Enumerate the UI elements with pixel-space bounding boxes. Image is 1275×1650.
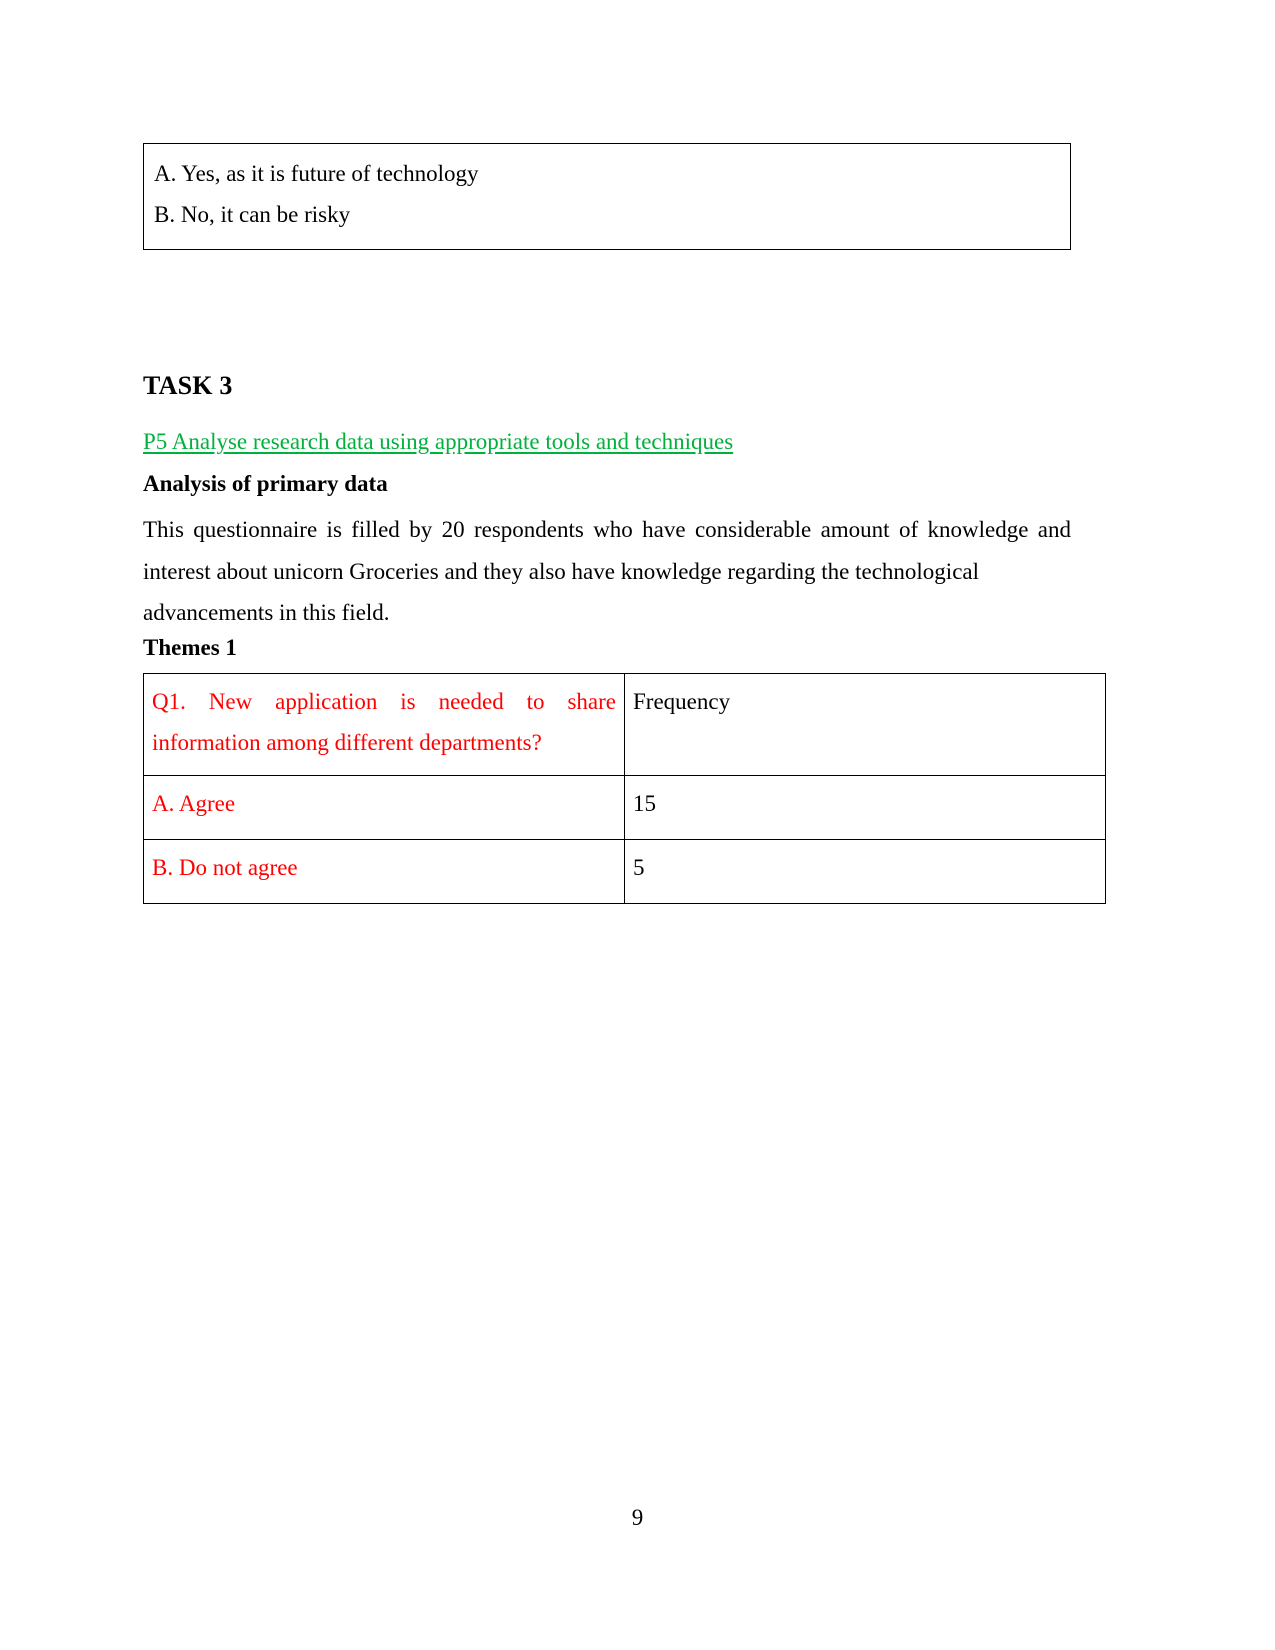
paragraph-line-3: advancements in this field. xyxy=(143,600,390,625)
table-row: A. Agree 15 xyxy=(143,775,1106,840)
intro-paragraph: This questionnaire is filled by 20 respo… xyxy=(143,509,1071,634)
task-heading: TASK 3 xyxy=(143,371,233,400)
options-cell: A. Yes, as it is future of technology B.… xyxy=(144,144,1071,250)
option-a-text: A. Yes, as it is future of technology xyxy=(154,161,479,186)
question-cell: Q1. New application is needed to share i… xyxy=(143,673,625,776)
answer-options-table: A. Yes, as it is future of technology B.… xyxy=(143,143,1071,250)
themes-heading: Themes 1 xyxy=(143,635,237,660)
paragraph-line-2: interest about unicorn Groceries and the… xyxy=(143,558,980,584)
frequency-a-cell: 15 xyxy=(624,775,1106,840)
frequency-header-cell: Frequency xyxy=(624,673,1106,776)
question-line-1: Q1. New application is needed to share xyxy=(152,689,616,714)
option-b-cell: B. Do not agree xyxy=(143,839,625,904)
document-page: A. Yes, as it is future of technology B.… xyxy=(0,0,1275,1650)
frequency-table: Q1. New application is needed to share i… xyxy=(143,673,1106,904)
page-number: 9 xyxy=(631,1505,644,1530)
table-row: A. Yes, as it is future of technology B.… xyxy=(144,144,1071,250)
analysis-sub-heading: Analysis of primary data xyxy=(143,471,388,496)
option-b-text: B. No, it can be risky xyxy=(154,202,351,227)
page-content: A. Yes, as it is future of technology B.… xyxy=(143,0,1106,904)
paragraph-line-1: This questionnaire is filled by 20 respo… xyxy=(143,517,1071,542)
question-line-2: information among different departments? xyxy=(152,730,542,755)
option-a-cell: A. Agree xyxy=(143,775,625,840)
table-header-row: Q1. New application is needed to share i… xyxy=(143,673,1106,776)
table-row: B. Do not agree 5 xyxy=(143,839,1106,904)
criterion-link-heading: P5 Analyse research data using appropria… xyxy=(143,429,734,454)
frequency-b-cell: 5 xyxy=(624,839,1106,904)
